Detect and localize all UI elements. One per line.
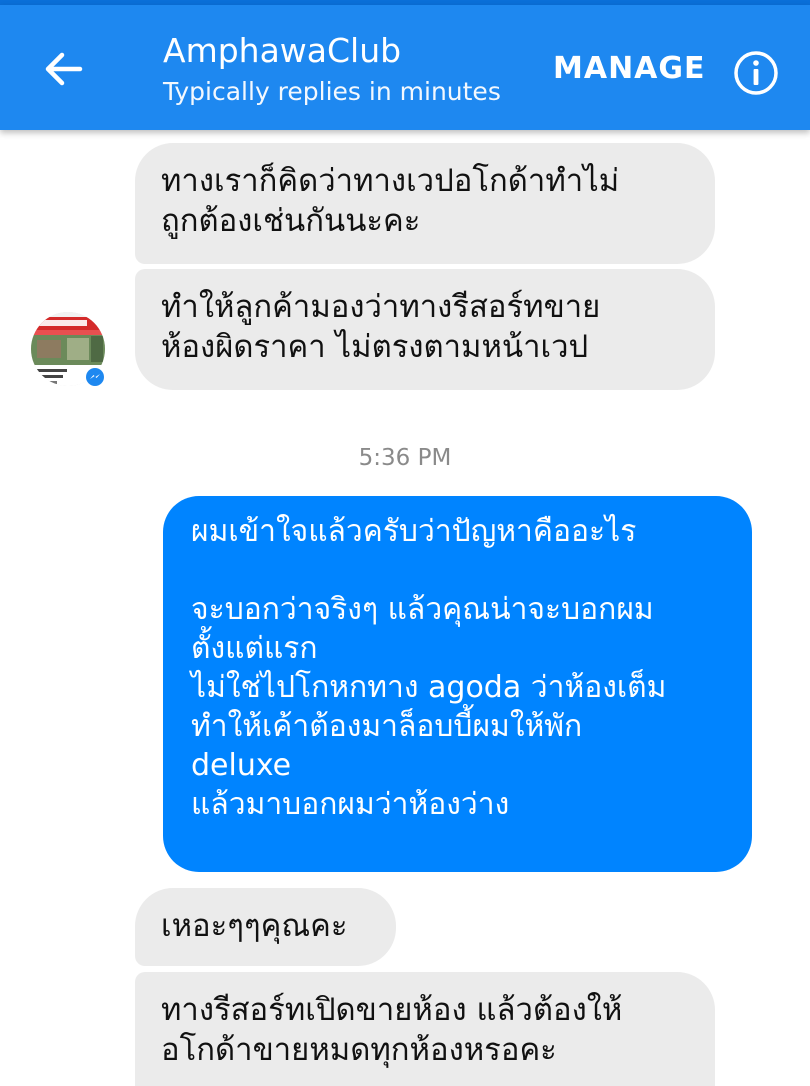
incoming-message-bubble[interactable]: ทำให้ลูกค้ามองว่าทางรีสอร์ทขาย ห้องผิดรา…: [135, 269, 715, 390]
page-title: AmphawaClub: [163, 31, 402, 70]
messenger-bolt-icon: [86, 368, 104, 386]
conversation-title-area[interactable]: AmphawaClub Typically replies in minutes: [163, 31, 501, 109]
incoming-message-bubble[interactable]: ทางเราก็คิดว่าทางเวปอโกด้าทำไม่ ถูกต้องเ…: [135, 143, 715, 264]
arrow-left-icon: [45, 52, 83, 86]
messenger-badge: [84, 366, 106, 388]
incoming-message-bubble[interactable]: ทางรีสอร์ทเปิดขายห้อง แล้วต้องให้ อโกด้า…: [135, 972, 715, 1086]
info-button[interactable]: [731, 48, 781, 98]
info-icon: [734, 51, 778, 95]
manage-button[interactable]: MANAGE: [553, 51, 706, 86]
incoming-message-bubble[interactable]: เหอะๆๆคุณคะ: [135, 888, 396, 966]
response-time-status: Typically replies in minutes: [163, 77, 501, 106]
outgoing-message-bubble[interactable]: ผมเข้าใจแล้วครับว่าปัญหาคืออะไร จะบอกว่า…: [163, 496, 752, 872]
back-button[interactable]: [36, 45, 90, 93]
message-timestamp: 5:36 PM: [358, 445, 452, 471]
chat-header: AmphawaClub Typically replies in minutes…: [0, 5, 810, 130]
